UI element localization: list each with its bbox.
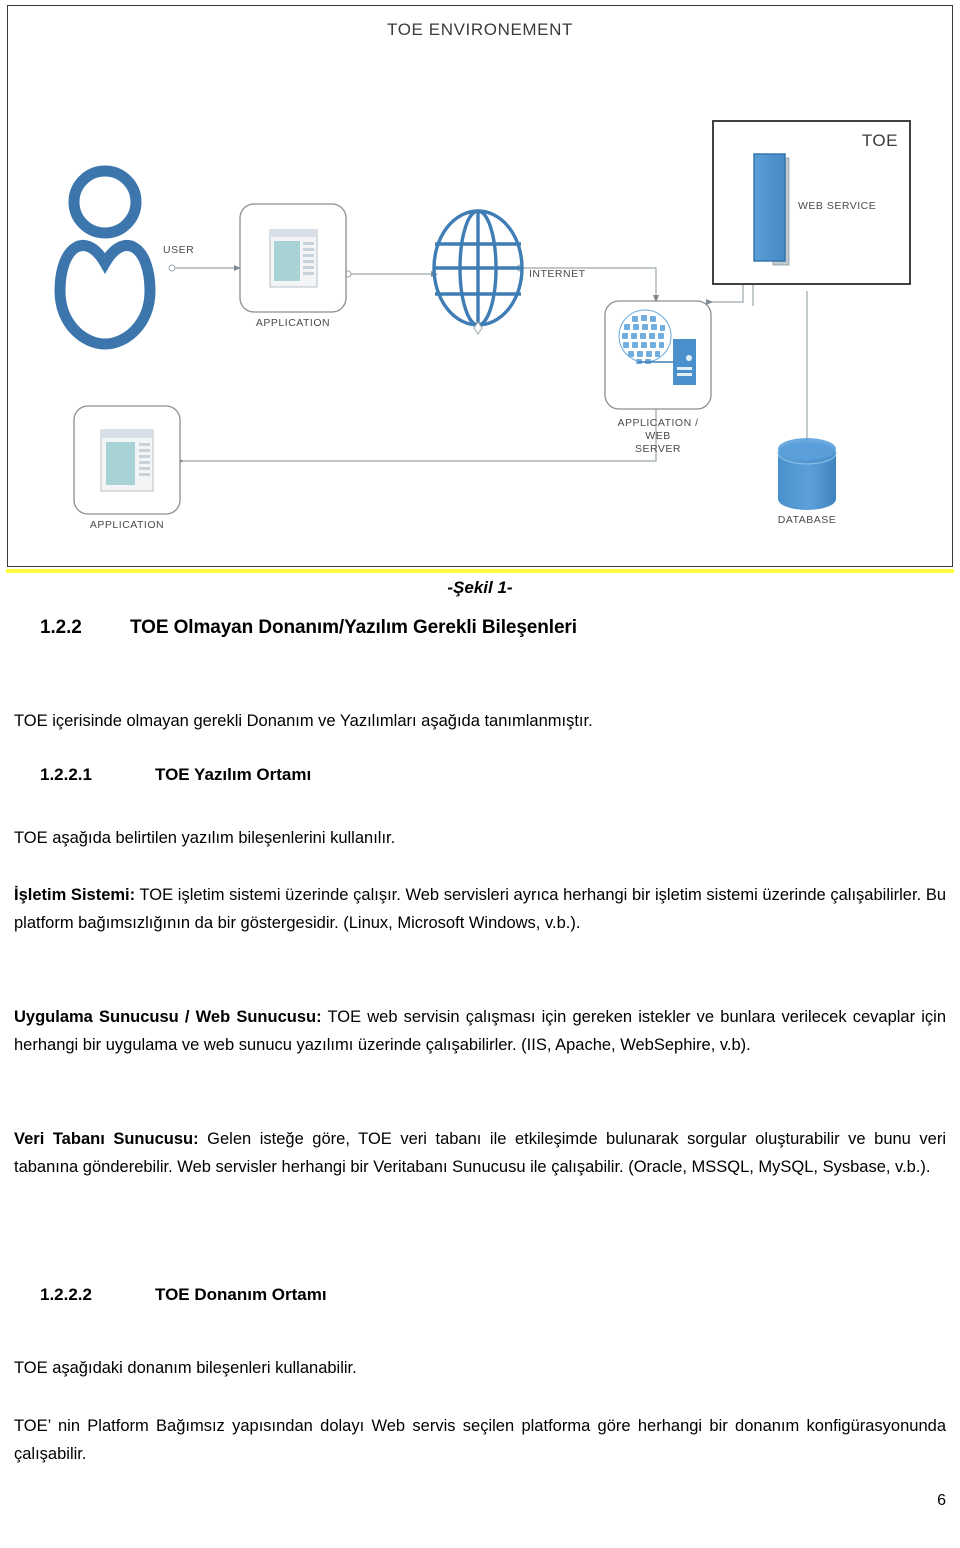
heading-1-2-2-1-title: TOE Yazılım Ortamı (155, 765, 312, 784)
intro-paragraph: TOE içerisinde olmayan gerekli Donanım v… (14, 712, 593, 730)
item-operating-system-body: TOE işletim sistemi üzerinde çalışır. We… (14, 886, 946, 933)
label-application-bottom: APPLICATION (89, 519, 165, 531)
heading-1-2-2-2-title: TOE Donanım Ortamı (155, 1285, 327, 1304)
label-application-top: APPLICATION (255, 317, 331, 329)
figure-toe-environment: TOE ENVIRONEMENT USER APPLICATION INTERN… (0, 0, 960, 578)
user-icon (54, 165, 156, 350)
item-operating-system: İşletim Sistemi: TOE işletim sistemi üze… (14, 881, 946, 938)
database-node (777, 438, 837, 510)
internet-globe-icon (432, 209, 524, 327)
hardware-env-p2: TOE’ nin Platform Bağımsız yapısından do… (14, 1417, 946, 1464)
page-number: 6 (937, 1492, 946, 1509)
figure-caption: -Şekil 1- (447, 578, 513, 597)
label-internet: INTERNET (529, 268, 586, 280)
application-node-bottom (73, 405, 181, 515)
heading-1-2-2-2: 1.2.2.2 TOE Donanım Ortamı (40, 1285, 940, 1305)
diagram-frame: TOE ENVIRONEMENT USER APPLICATION INTERN… (7, 5, 953, 567)
item-operating-system-term: İşletim Sistemi: (14, 886, 136, 904)
label-application-web-server: APPLICATION / WEB SERVER (617, 417, 699, 456)
item-database-server-term: Veri Tabanı Sunucusu: (14, 1130, 199, 1148)
application-web-server-node (604, 300, 712, 410)
heading-1-2-2-title: TOE Olmayan Donanım/Yazılım Gerekli Bile… (130, 617, 577, 638)
heading-1-2-2-1-number: 1.2.2.1 (40, 765, 92, 784)
heading-1-2-2-1: 1.2.2.1 TOE Yazılım Ortamı (40, 765, 940, 785)
item-application-server: Uygulama Sunucusu / Web Sunucusu: TOE we… (14, 1003, 946, 1060)
web-service-node (753, 153, 790, 266)
label-toe-box: TOE (861, 131, 898, 150)
diagram-canvas (54, 120, 911, 515)
label-database: DATABASE (777, 514, 837, 526)
item-application-server-term: Uygulama Sunucusu / Web Sunucusu: (14, 1008, 322, 1026)
heading-1-2-2: 1.2.2 TOE Olmayan Donanım/Yazılım Gerekli… (40, 617, 940, 639)
software-env-intro: TOE aşağıda belirtilen yazılım bileşenle… (14, 829, 396, 847)
heading-1-2-2-number: 1.2.2 (40, 617, 82, 638)
label-user: USER (163, 244, 195, 256)
item-database-server: Veri Tabanı Sunucusu: Gelen isteğe göre,… (14, 1125, 946, 1182)
highlight-rule (6, 569, 954, 573)
hardware-env-p1: TOE aşağıdaki donanım bileşenleri kullan… (14, 1359, 357, 1377)
label-web-service: WEB SERVICE (798, 200, 877, 212)
application-node-top (239, 203, 347, 313)
heading-1-2-2-2-number: 1.2.2.2 (40, 1285, 92, 1304)
